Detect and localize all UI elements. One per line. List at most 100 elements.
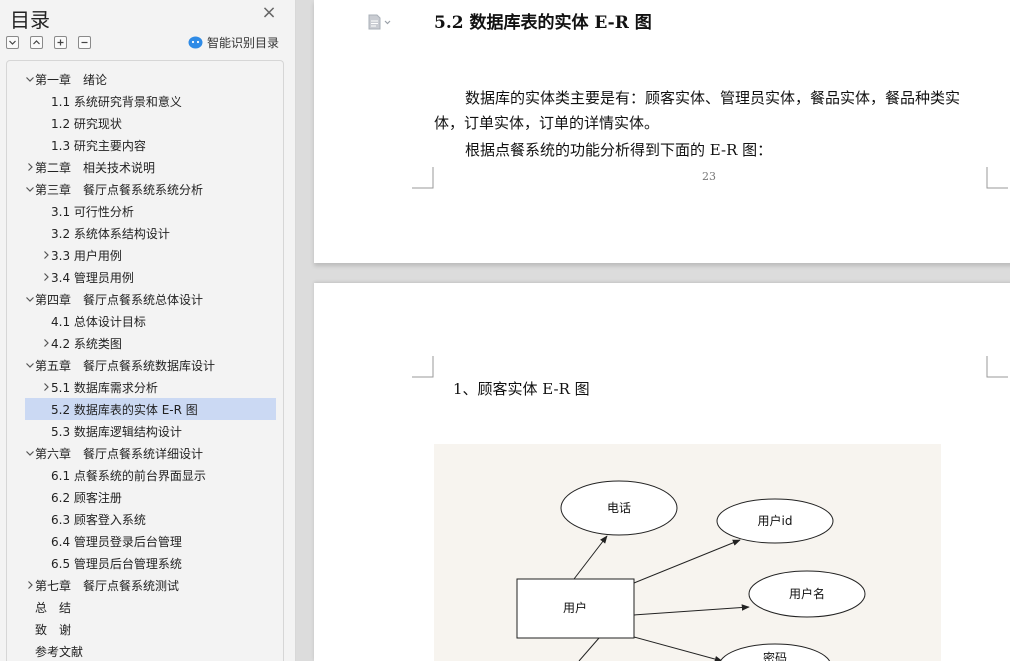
chevron-right-icon[interactable]: [41, 338, 51, 348]
toc-item[interactable]: 第四章 餐厅点餐系统总体设计: [25, 288, 276, 310]
sub-heading: 1、顾客实体 E-R 图: [453, 380, 590, 398]
toc-item[interactable]: 5.1 数据库需求分析: [25, 376, 276, 398]
toc-scrollbar[interactable]: [288, 60, 294, 661]
toc-item[interactable]: 第二章 相关技术说明: [25, 156, 276, 178]
er-attribute-label: 用户id: [758, 513, 793, 528]
er-entity-label: 用户: [563, 600, 587, 615]
smart-toc-button[interactable]: 智能识别目录: [188, 34, 279, 51]
smart-toc-label: 智能识别目录: [207, 36, 280, 50]
chevron-down-icon[interactable]: [25, 184, 35, 194]
body-paragraph-line: 体，订单实体，订单的详情实体。: [434, 114, 660, 132]
toc-item[interactable]: 5.2 数据库表的实体 E-R 图: [25, 398, 276, 420]
toc-item-label: 1.2 研究现状: [51, 116, 122, 131]
toc-item[interactable]: 6.3 顾客登入系统: [25, 508, 276, 530]
expand-icon[interactable]: [30, 36, 43, 49]
toc-item[interactable]: 3.1 可行性分析: [25, 200, 276, 222]
toc-item-label: 3.1 可行性分析: [51, 204, 134, 219]
page-number: 23: [702, 170, 716, 183]
er-relationship-line: [578, 637, 600, 661]
margin-corner-mark: [412, 167, 434, 189]
toc-item-label: 6.4 管理员登录后台管理: [51, 534, 182, 549]
er-relationship-line: [633, 636, 723, 661]
toc-item[interactable]: 3.2 系统体系结构设计: [25, 222, 276, 244]
section-heading: 5.2 数据库表的实体 E-R 图: [434, 13, 652, 33]
toc-item-label: 5.2 数据库表的实体 E-R 图: [51, 402, 198, 417]
er-relationship-line: [633, 539, 741, 584]
toc-item[interactable]: 第七章 餐厅点餐系统测试: [25, 574, 276, 596]
toc-item[interactable]: 4.2 系统类图: [25, 332, 276, 354]
toc-item[interactable]: 6.1 点餐系统的前台界面显示: [25, 464, 276, 486]
margin-corner-mark: [986, 356, 1008, 378]
margin-corner-mark: [412, 356, 434, 378]
er-attribute-label: 电话: [607, 501, 631, 515]
toc-item-label: 6.3 顾客登入系统: [51, 512, 146, 527]
chevron-right-icon[interactable]: [25, 162, 35, 172]
toc-item[interactable]: 6.5 管理员后台管理系统: [25, 552, 276, 574]
toc-sidebar: 目录 × 智能识别目录 第一章 绪论 1.1 系统研究背景和意义 1.2 研究现状 1…: [0, 0, 296, 661]
toc-item[interactable]: 3.4 管理员用例: [25, 266, 276, 288]
toc-item[interactable]: 第六章 餐厅点餐系统详细设计: [25, 442, 276, 464]
toc-item[interactable]: 第三章 餐厅点餐系统系统分析: [25, 178, 276, 200]
body-paragraph: 根据点餐系统的功能分析得到下面的 E-R 图：: [465, 141, 773, 159]
toc-title: 目录: [10, 8, 50, 32]
toc-item[interactable]: 总 结: [25, 596, 276, 618]
body-paragraph-line: 数据库的实体类主要是有：顾客实体、管理员实体，餐品实体，餐品种类实: [465, 89, 961, 107]
chevron-down-icon[interactable]: [25, 360, 35, 370]
toc-item[interactable]: 1.2 研究现状: [25, 112, 276, 134]
chevron-right-icon[interactable]: [25, 580, 35, 590]
toc-item-label: 6.5 管理员后台管理系统: [51, 556, 182, 571]
chevron-right-icon[interactable]: [41, 272, 51, 282]
toc-item-label: 第二章 相关技术说明: [35, 160, 156, 175]
toc-item-label: 参考文献: [35, 644, 84, 659]
er-relationship-line: [573, 535, 608, 580]
toc-item[interactable]: 致 谢: [25, 618, 276, 640]
chevron-down-icon[interactable]: [25, 448, 35, 458]
toc-item[interactable]: 第一章 绪论: [25, 68, 276, 90]
toc-item-label: 4.1 总体设计目标: [51, 314, 146, 329]
toc-item[interactable]: 6.2 顾客注册: [25, 486, 276, 508]
margin-corner-mark: [986, 167, 1008, 189]
toc-item-label: 3.3 用户用例: [51, 248, 122, 263]
toc-item[interactable]: 1.1 系统研究背景和意义: [25, 90, 276, 112]
toc-item[interactable]: 第五章 餐厅点餐系统数据库设计: [25, 354, 276, 376]
chevron-right-icon[interactable]: [41, 382, 51, 392]
toc-item-label: 3.2 系统体系结构设计: [51, 226, 170, 241]
toc-item-label: 第七章 餐厅点餐系统测试: [35, 578, 180, 593]
toc-item-label: 第四章 餐厅点餐系统总体设计: [35, 292, 204, 307]
close-icon[interactable]: ×: [261, 4, 277, 22]
collapse-all-icon[interactable]: [6, 36, 19, 49]
toc-list: 第一章 绪论 1.1 系统研究背景和意义 1.2 研究现状 1.3 研究主要内容 第二章…: [6, 60, 284, 661]
er-relationship-line: [633, 604, 750, 616]
add-level-icon[interactable]: [54, 36, 67, 49]
toc-item-label: 1.3 研究主要内容: [51, 138, 146, 153]
toc-item-label: 1.1 系统研究背景和意义: [51, 94, 182, 109]
er-diagram-image: 用户 电话 用户id 用户名 密码: [434, 444, 941, 661]
smart-toc-icon: [188, 36, 203, 49]
document-style-icon[interactable]: [367, 14, 393, 34]
toc-item-label: 致 谢: [35, 622, 72, 637]
toc-item[interactable]: 参考文献: [25, 640, 276, 661]
toc-item-label: 3.4 管理员用例: [51, 270, 134, 285]
chevron-down-icon[interactable]: [25, 74, 35, 84]
toc-item[interactable]: 6.4 管理员登录后台管理: [25, 530, 276, 552]
toc-item-label: 第五章 餐厅点餐系统数据库设计: [35, 358, 216, 373]
toc-item-label: 5.1 数据库需求分析: [51, 380, 158, 395]
toc-item-label: 5.3 数据库逻辑结构设计: [51, 424, 182, 439]
er-attribute-label: 用户名: [789, 586, 825, 601]
toc-item[interactable]: 1.3 研究主要内容: [25, 134, 276, 156]
chevron-right-icon[interactable]: [41, 250, 51, 260]
toc-item[interactable]: 3.3 用户用例: [25, 244, 276, 266]
toc-item-label: 第三章 餐厅点餐系统系统分析: [35, 182, 204, 197]
toc-item[interactable]: 5.3 数据库逻辑结构设计: [25, 420, 276, 442]
document-page: 5.2 数据库表的实体 E-R 图 数据库的实体类主要是有：顾客实体、管理员实体…: [314, 0, 1010, 263]
toc-item-label: 6.1 点餐系统的前台界面显示: [51, 468, 206, 483]
toc-item[interactable]: 4.1 总体设计目标: [25, 310, 276, 332]
toc-item-label: 总 结: [35, 600, 72, 615]
document-area: 5.2 数据库表的实体 E-R 图 数据库的实体类主要是有：顾客实体、管理员实体…: [297, 0, 1010, 661]
toc-item-label: 4.2 系统类图: [51, 336, 122, 351]
toc-item-label: 第一章 绪论: [35, 72, 108, 87]
chevron-down-icon[interactable]: [25, 294, 35, 304]
remove-level-icon[interactable]: [78, 36, 91, 49]
toc-item-label: 6.2 顾客注册: [51, 490, 122, 505]
toc-item-label: 第六章 餐厅点餐系统详细设计: [35, 446, 204, 461]
